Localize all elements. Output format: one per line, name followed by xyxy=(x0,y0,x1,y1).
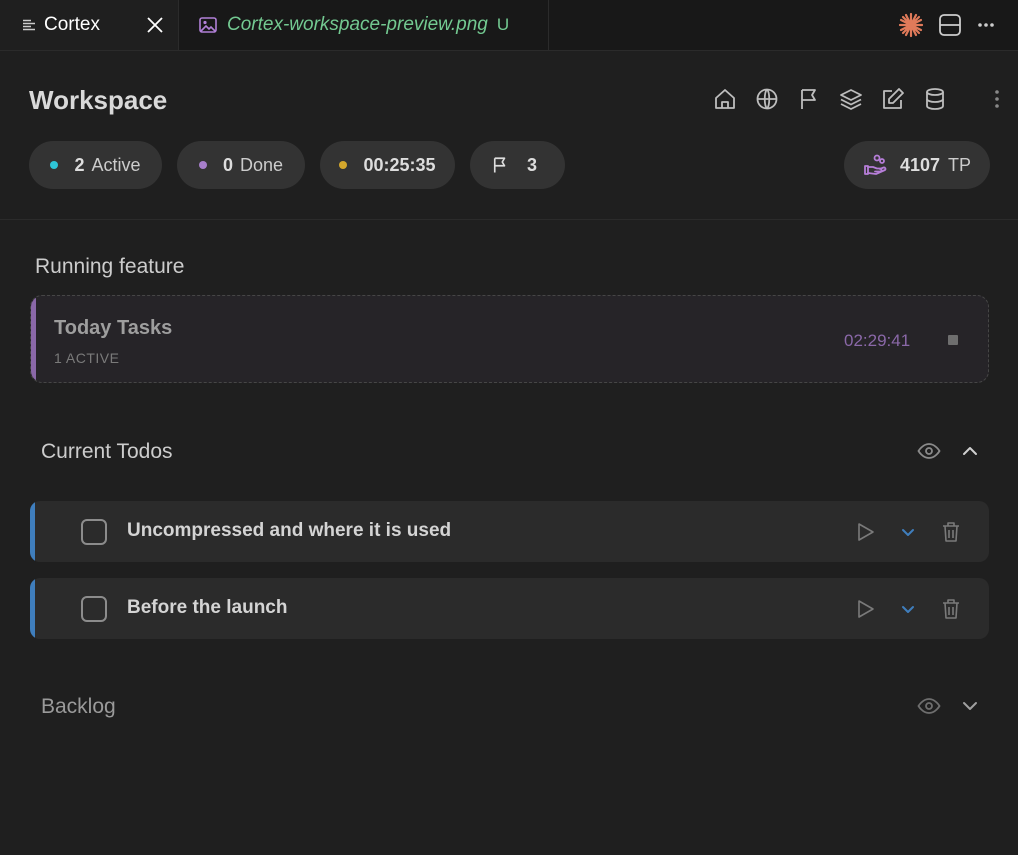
chevron-down-icon[interactable] xyxy=(899,600,917,618)
edit-icon[interactable] xyxy=(881,86,905,112)
layers-icon[interactable] xyxy=(839,86,863,112)
done-count-pill[interactable]: 0 Done xyxy=(177,141,305,189)
active-label: Active xyxy=(91,154,141,175)
todo-accent-bar xyxy=(30,578,35,639)
backlog-heading: Backlog xyxy=(41,695,116,718)
trash-icon[interactable] xyxy=(941,598,961,620)
eye-icon[interactable] xyxy=(917,439,941,463)
timer-pill[interactable]: 00:25:35 xyxy=(320,141,455,189)
tp-value: 4107 xyxy=(899,154,941,175)
flag-icon xyxy=(491,156,509,174)
tab-cortex[interactable]: Cortex xyxy=(0,0,179,50)
stop-icon[interactable] xyxy=(948,335,958,345)
active-count: 2 xyxy=(74,154,85,175)
more-horizontal-icon[interactable] xyxy=(976,13,996,37)
running-feature-heading: Running feature xyxy=(35,255,185,278)
chevron-down-icon[interactable] xyxy=(899,523,917,541)
more-vertical-icon[interactable] xyxy=(985,86,1009,112)
active-count-pill[interactable]: 2 Active xyxy=(29,141,162,189)
tab-title: Cortex xyxy=(44,14,100,35)
chevron-up-icon[interactable] xyxy=(961,442,979,460)
tab-title: Cortex-workspace-preview.png xyxy=(227,14,488,35)
play-icon[interactable] xyxy=(857,522,875,542)
tp-points-pill[interactable]: 4107 TP xyxy=(844,141,990,189)
status-dot xyxy=(50,161,59,169)
feature-accent-bar xyxy=(31,296,36,382)
image-icon xyxy=(199,17,217,33)
status-dot xyxy=(198,161,207,169)
eye-icon[interactable] xyxy=(917,694,941,718)
tp-label: TP xyxy=(948,154,972,175)
globe-icon[interactable] xyxy=(755,86,779,112)
feature-name: Today Tasks xyxy=(54,317,173,339)
page-title: Workspace xyxy=(29,85,168,115)
sparkle-icon[interactable] xyxy=(898,12,924,38)
todo-text: Before the launch xyxy=(127,597,288,618)
todo-checkbox[interactable] xyxy=(81,519,107,545)
flags-count: 3 xyxy=(526,154,537,175)
chevron-down-icon[interactable] xyxy=(961,697,979,715)
current-todos-heading: Current Todos xyxy=(41,440,173,463)
home-icon[interactable] xyxy=(713,86,737,112)
database-icon[interactable] xyxy=(923,86,947,112)
play-icon[interactable] xyxy=(857,599,875,619)
running-feature-card[interactable]: Today Tasks 1 ACTIVE 02:29:41 xyxy=(30,295,989,383)
todo-accent-bar xyxy=(30,501,35,562)
feature-timer: 02:29:41 xyxy=(844,331,911,350)
tab-bar: Cortex Cortex-workspace-preview.png U xyxy=(0,0,1018,51)
tab-preview-image[interactable]: Cortex-workspace-preview.png U xyxy=(180,0,549,50)
hand-coins-icon xyxy=(863,154,887,176)
timer-value: 00:25:35 xyxy=(363,154,436,175)
header-toolbar xyxy=(713,86,1009,112)
todo-item[interactable]: Uncompressed and where it is used xyxy=(30,501,989,562)
done-count: 0 xyxy=(222,154,233,175)
done-label: Done xyxy=(239,154,284,175)
list-lines-icon xyxy=(22,18,36,32)
split-editor-icon[interactable] xyxy=(938,13,962,37)
feature-subtitle: 1 ACTIVE xyxy=(54,350,120,366)
close-icon[interactable] xyxy=(146,16,164,34)
header-divider xyxy=(0,219,1018,220)
status-dot xyxy=(339,161,348,169)
todo-item[interactable]: Before the launch xyxy=(30,578,989,639)
todo-checkbox[interactable] xyxy=(81,596,107,622)
todo-text: Uncompressed and where it is used xyxy=(127,520,452,541)
untracked-badge: U xyxy=(496,15,510,34)
flags-pill[interactable]: 3 xyxy=(470,141,565,189)
trash-icon[interactable] xyxy=(941,521,961,543)
flag-icon[interactable] xyxy=(797,86,821,112)
